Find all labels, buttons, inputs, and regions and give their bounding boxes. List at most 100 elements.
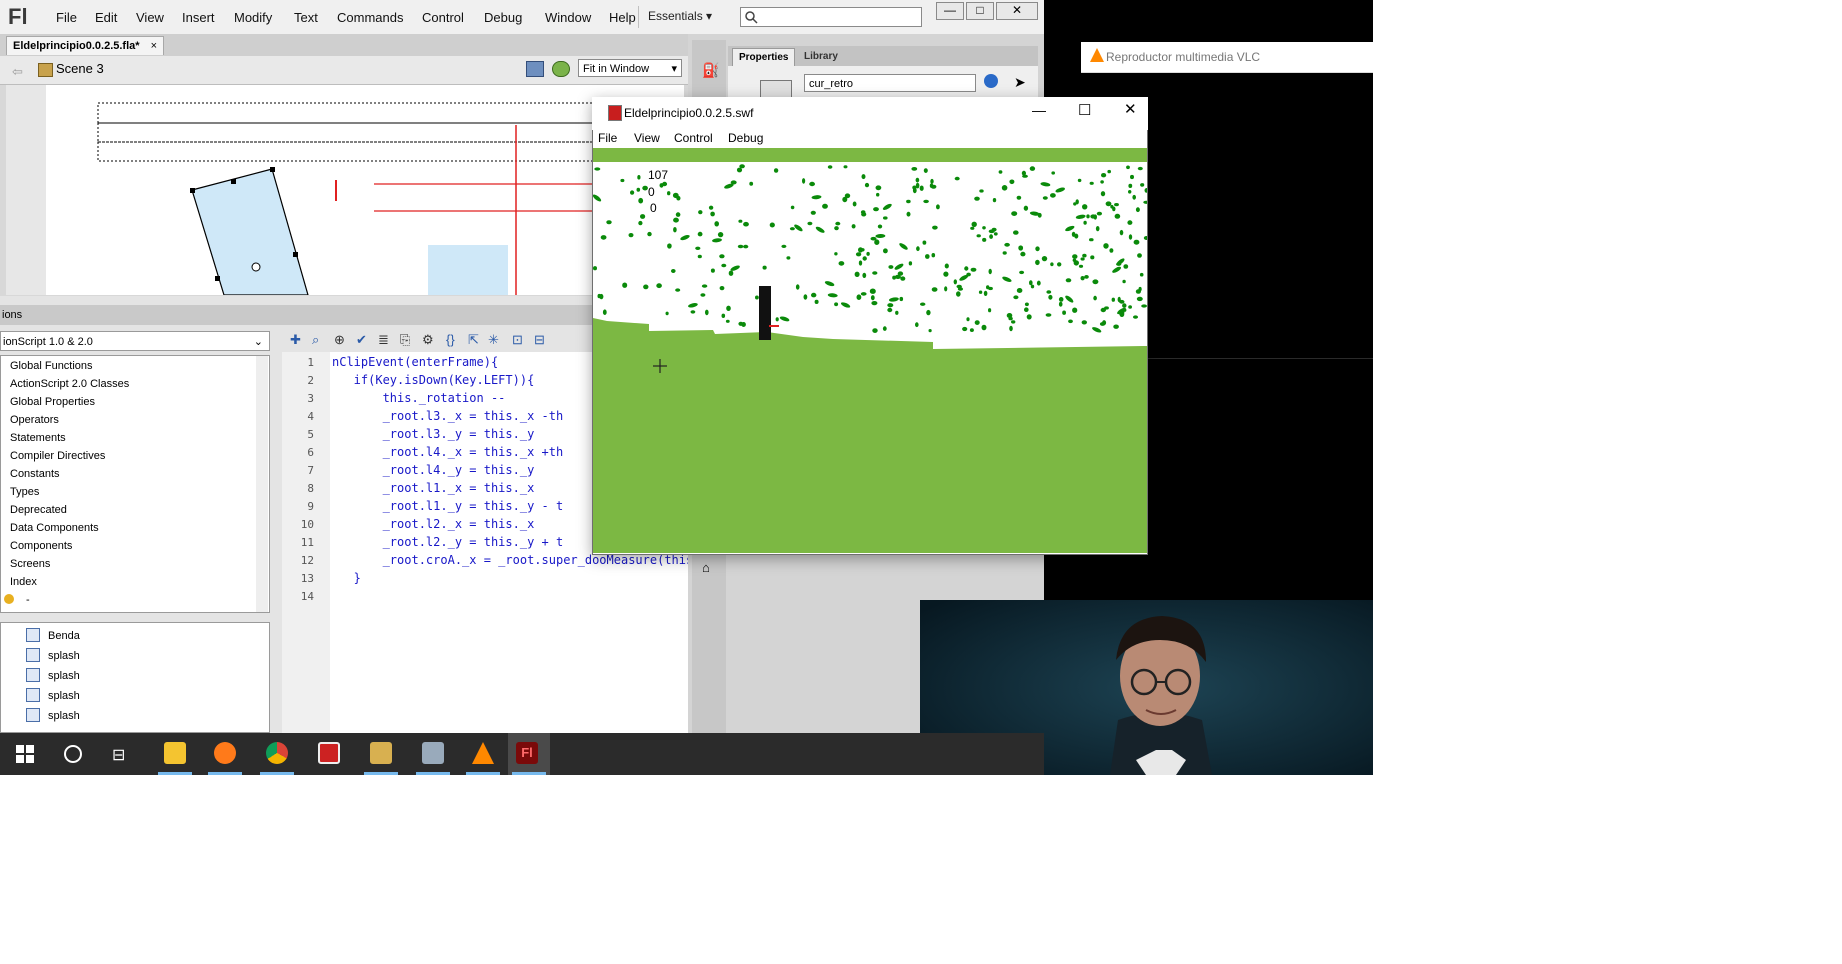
menu-edit[interactable]: Edit	[95, 10, 117, 25]
foliage-dot	[1083, 220, 1087, 225]
toolbox-scrollbar[interactable]	[256, 356, 268, 612]
foliage-dot	[708, 205, 714, 210]
navigator-item[interactable]: splash	[48, 650, 80, 662]
back-arrow-icon[interactable]: ⇦	[12, 64, 23, 80]
collapse-selection-icon[interactable]: ⇱	[468, 332, 479, 348]
foliage-dot	[600, 235, 607, 240]
game-canvas[interactable]: 107 0 0	[593, 148, 1147, 553]
search-icon[interactable]	[64, 745, 82, 763]
running-indicator	[158, 772, 192, 775]
photos-icon[interactable]	[422, 742, 444, 764]
toolbox-item[interactable]: Operators	[10, 414, 59, 426]
scene-icon	[38, 63, 53, 77]
maximize-button[interactable]: ☐	[1078, 101, 1091, 119]
menu-view[interactable]: View	[136, 10, 164, 25]
flash-icon[interactable]: Fl	[516, 742, 538, 764]
game-scene	[593, 148, 1147, 553]
edit-scene-icon[interactable]	[552, 61, 570, 77]
running-indicator	[260, 772, 294, 775]
foliage-dot	[872, 271, 878, 275]
tab-properties[interactable]: Properties	[732, 48, 796, 67]
close-button[interactable]: ✕	[1124, 100, 1137, 118]
menu-commands[interactable]: Commands	[337, 10, 403, 25]
foliage-dot	[593, 266, 597, 271]
instance-name-input[interactable]: cur_retro	[804, 74, 976, 92]
vlc-icon[interactable]	[472, 742, 494, 764]
help-search-input[interactable]	[740, 7, 922, 27]
toolbox-item[interactable]: Global Properties	[10, 396, 95, 408]
zoom-select[interactable]: Fit in Window ▾	[578, 59, 682, 77]
toolbox-item[interactable]: Constants	[10, 468, 60, 480]
foliage-dot	[1135, 207, 1140, 213]
document-tab[interactable]: Eldelprincipio0.0.2.5.fla* ×	[6, 36, 165, 55]
menu-window[interactable]: Window	[545, 10, 591, 25]
maximize-button[interactable]: □	[966, 2, 994, 20]
toolbox-item[interactable]: Index	[10, 576, 37, 588]
paint-bucket-icon[interactable]: ⛽	[702, 62, 719, 79]
ink-bottle-icon[interactable]: ⌂	[702, 560, 710, 575]
actionscript-version-select[interactable]: ionScript 1.0 & 2.0 ⌄	[0, 331, 270, 351]
menu-text[interactable]: Text	[294, 10, 318, 25]
foliage-dot	[1035, 259, 1040, 266]
menu-file[interactable]: File	[56, 10, 77, 25]
file-explorer-icon[interactable]	[164, 742, 186, 764]
start-icon[interactable]	[16, 745, 34, 766]
check-syntax-icon[interactable]: ✔	[356, 332, 367, 348]
toolbox-item[interactable]: Components	[10, 540, 72, 552]
toolbox-item[interactable]: Screens	[10, 558, 50, 570]
scripts-icon[interactable]	[370, 742, 392, 764]
toolbox-item[interactable]: Global Functions	[10, 360, 93, 372]
foliage-dot	[728, 270, 734, 276]
foliage-dot	[920, 302, 926, 306]
collapse-braces-icon[interactable]: {}	[446, 332, 455, 347]
foliage-dot	[795, 284, 800, 290]
menu-modify[interactable]: Modify	[234, 10, 272, 25]
close-button[interactable]: ✕	[996, 2, 1038, 20]
edit-symbols-icon[interactable]	[526, 61, 544, 77]
navigator-item[interactable]: splash	[48, 710, 80, 722]
auto-format-icon[interactable]: ≣	[378, 332, 389, 348]
close-tab-icon[interactable]: ×	[151, 40, 157, 52]
firefox-icon[interactable]	[214, 742, 236, 764]
navigator-item[interactable]: splash	[48, 690, 80, 702]
stage-area[interactable]	[6, 85, 684, 295]
toolbox-item[interactable]: Deprecated	[10, 504, 67, 516]
menu-help[interactable]: Help	[609, 10, 636, 25]
selection-tool-icon[interactable]: ➤	[1014, 74, 1026, 91]
code-hint-icon[interactable]: ⎘	[400, 332, 410, 348]
minimize-button[interactable]: —	[936, 2, 964, 20]
foliage-dot	[970, 267, 977, 272]
swf-menu-view[interactable]: View	[634, 131, 660, 145]
toolbox-item[interactable]: Statements	[10, 432, 66, 444]
toolbox-item[interactable]: ActionScript 2.0 Classes	[10, 378, 129, 390]
swf-menu-debug[interactable]: Debug	[728, 131, 763, 145]
swf-menu-file[interactable]: File	[598, 131, 617, 145]
menu-control[interactable]: Control	[422, 10, 464, 25]
toolbox-item[interactable]: Types	[10, 486, 39, 498]
add-statement-icon[interactable]: ✚	[290, 332, 301, 348]
toolbox-item[interactable]: Data Components	[10, 522, 99, 534]
navigator-item[interactable]: Benda	[48, 630, 80, 642]
foliage-dot	[976, 234, 981, 238]
foliage-dot	[802, 178, 806, 184]
toolbox-item[interactable]: Compiler Directives	[10, 450, 105, 462]
chrome-icon[interactable]	[266, 742, 288, 764]
target-path-icon[interactable]: ⊕	[334, 332, 345, 348]
debug-options-icon[interactable]: ⚙	[422, 332, 434, 348]
task-view-icon[interactable]: ⊟	[112, 745, 125, 765]
menu-debug[interactable]: Debug	[484, 10, 522, 25]
navigator-item[interactable]: splash	[48, 670, 80, 682]
minimize-button[interactable]: —	[1032, 102, 1046, 118]
block-comment-icon[interactable]: ⊡	[512, 332, 523, 348]
help-icon[interactable]	[984, 74, 998, 88]
running-indicator	[512, 772, 546, 775]
media-icon[interactable]	[318, 742, 340, 764]
line-comment-icon[interactable]: ⊟	[534, 332, 545, 348]
find-icon[interactable]: ⌕	[312, 332, 319, 348]
workspace-switcher[interactable]: Essentials ▾	[648, 9, 712, 23]
tab-library[interactable]: Library	[798, 48, 844, 65]
toolbox-item[interactable]: -	[26, 594, 30, 606]
menu-insert[interactable]: Insert	[182, 10, 215, 25]
expand-all-icon[interactable]: ✳	[488, 332, 499, 348]
swf-menu-control[interactable]: Control	[674, 131, 713, 145]
